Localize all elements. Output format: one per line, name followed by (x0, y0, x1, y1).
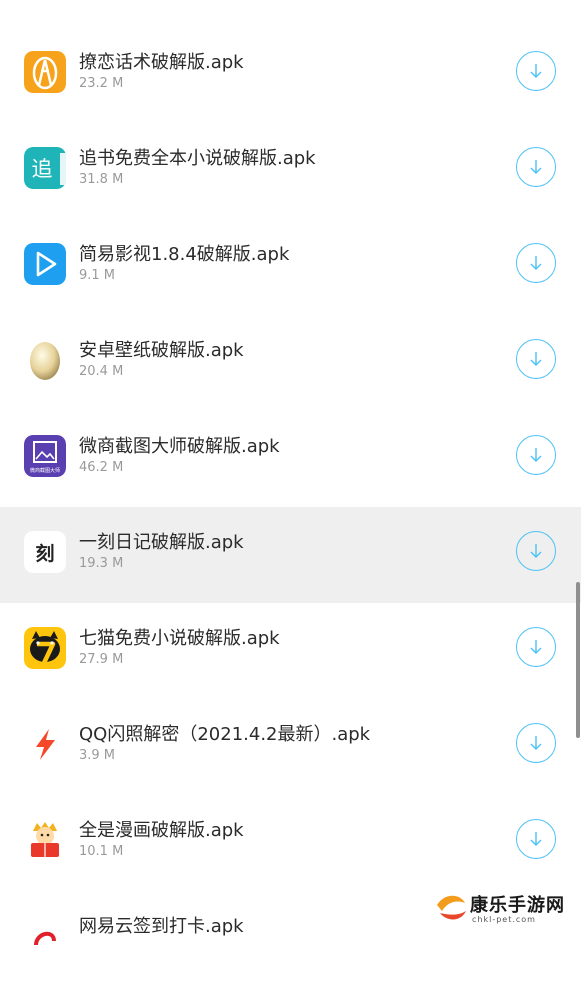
list-item[interactable]: 微商截图大师 微商截图大师破解版.apk 46.2 M (0, 408, 581, 504)
file-name: 全是漫画破解版.apk (79, 820, 244, 841)
comic-reader-app-icon (24, 819, 66, 861)
list-item[interactable]: 全是漫画破解版.apk 10.1 M (0, 792, 581, 888)
watermark-title: 康乐手游网 (470, 895, 565, 916)
download-arrow-icon (530, 256, 542, 270)
file-name: 简易影视1.8.4破解版.apk (79, 244, 290, 265)
file-name: 安卓壁纸破解版.apk (79, 340, 244, 361)
file-size: 27.9 M (79, 652, 124, 667)
zhui-app-icon: 追 (24, 147, 66, 189)
download-arrow-icon (530, 544, 542, 558)
list-item[interactable]: QQ闪照解密（2021.4.2最新）.apk 3.9 M (0, 696, 581, 792)
list-item-highlighted[interactable]: 刻 一刻日记破解版.apk 19.3 M (0, 507, 581, 603)
site-watermark: 康乐手游网 chkl-pet.com (434, 887, 579, 930)
ke-glyph: 刻 (35, 542, 54, 565)
download-arrow-icon (530, 352, 542, 366)
list-item[interactable]: 简易影视1.8.4破解版.apk 9.1 M (0, 216, 581, 312)
download-button[interactable] (516, 339, 556, 379)
list-item[interactable]: 七猫免费小说破解版.apk 27.9 M (0, 600, 581, 696)
netease-app-icon (24, 915, 66, 957)
download-arrow-icon (530, 64, 542, 78)
download-arrow-icon (530, 832, 542, 846)
download-button[interactable] (516, 147, 556, 187)
file-size: 9.1 M (79, 268, 116, 283)
file-name: 追书免费全本小说破解版.apk (79, 148, 316, 169)
screenshot-app-icon: 微商截图大师 (24, 435, 66, 477)
download-arrow-icon (530, 640, 542, 654)
scrollbar[interactable] (576, 582, 580, 738)
download-button[interactable] (516, 723, 556, 763)
file-name: 一刻日记破解版.apk (79, 532, 244, 553)
zhui-glyph: 追 (32, 157, 53, 181)
download-button[interactable] (516, 531, 556, 571)
download-button[interactable] (516, 243, 556, 283)
icon-caption: 微商截图大师 (30, 467, 60, 474)
file-name: 撩恋话术破解版.apk (79, 52, 244, 73)
lightning-app-icon (24, 723, 66, 765)
file-size: 3.9 M (79, 748, 116, 763)
play-app-icon (24, 243, 66, 285)
file-size: 31.8 M (79, 172, 124, 187)
file-name: 微商截图大师破解版.apk (79, 436, 280, 457)
file-size: 46.2 M (79, 460, 124, 475)
file-name: QQ闪照解密（2021.4.2最新）.apk (79, 724, 371, 745)
file-size: 19.3 M (79, 556, 124, 571)
download-button[interactable] (516, 627, 556, 667)
egg-app-icon (24, 339, 66, 381)
download-arrow-icon (530, 448, 542, 462)
download-arrow-icon (530, 160, 542, 174)
file-size: 23.2 M (79, 76, 124, 91)
download-arrow-icon (530, 736, 542, 750)
qimao-cat-app-icon (24, 627, 66, 669)
orange-figure-app-icon (24, 51, 66, 93)
list-item[interactable]: 追 追书免费全本小说破解版.apk 31.8 M (0, 120, 581, 216)
watermark-subtitle: chkl-pet.com (472, 915, 536, 924)
watermark-logo-icon (437, 895, 466, 920)
file-name: 网易云签到打卡.apk (79, 916, 244, 937)
file-size: 10.1 M (79, 844, 124, 859)
file-size: 20.4 M (79, 364, 124, 379)
download-button[interactable] (516, 51, 556, 91)
download-button[interactable] (516, 435, 556, 475)
list-item[interactable]: 撩恋话术破解版.apk 23.2 M (0, 24, 581, 120)
list-item[interactable]: 安卓壁纸破解版.apk 20.4 M (0, 312, 581, 408)
download-button[interactable] (516, 819, 556, 859)
ke-app-icon: 刻 (24, 531, 66, 573)
file-name: 七猫免费小说破解版.apk (79, 628, 280, 649)
